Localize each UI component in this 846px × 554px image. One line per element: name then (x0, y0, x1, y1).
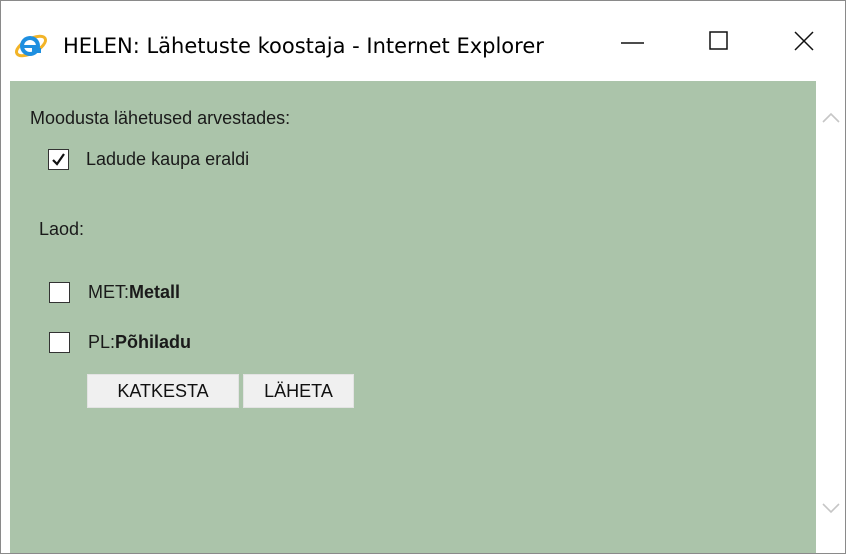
split-by-warehouse-option[interactable]: Ladude kaupa eraldi (48, 149, 249, 170)
warehouse-checkbox-metall[interactable] (49, 282, 70, 303)
warehouse-label: PL:Põhiladu (88, 332, 191, 353)
options-heading: Moodusta lähetused arvestades: (30, 108, 291, 128)
warehouses-heading: Laod: (39, 219, 85, 239)
minimize-button[interactable] (591, 15, 681, 71)
scroll-up-button[interactable] (816, 103, 845, 133)
warehouse-option-metall[interactable]: MET:Metall (49, 282, 180, 303)
warehouse-label: MET:Metall (88, 282, 180, 303)
warehouse-code: MET: (88, 282, 130, 302)
warehouse-name: Põhiladu (115, 332, 192, 352)
checkmark-icon (52, 153, 65, 166)
window-title: HELEN: Lähetuste koostaja - Internet Exp… (63, 34, 544, 58)
close-button[interactable] (761, 15, 845, 71)
split-by-warehouse-label: Ladude kaupa eraldi (86, 149, 250, 169)
close-icon (794, 31, 814, 51)
vertical-scrollbar[interactable] (816, 81, 845, 553)
warehouse-name: Metall (129, 282, 181, 302)
split-by-warehouse-checkbox[interactable] (48, 149, 69, 170)
title-bar[interactable]: HELEN: Lähetuste koostaja - Internet Exp… (1, 1, 845, 81)
internet-explorer-icon (13, 31, 53, 59)
cancel-button[interactable]: KATKESTA (87, 374, 239, 408)
warehouse-option-pohiladu[interactable]: PL:Põhiladu (49, 332, 191, 353)
warehouse-checkbox-pohiladu[interactable] (49, 332, 70, 353)
chevron-up-icon (822, 112, 840, 123)
scroll-down-button[interactable] (816, 493, 845, 523)
chevron-down-icon (822, 503, 840, 514)
minimize-icon (621, 42, 644, 44)
send-button[interactable]: LÄHETA (243, 374, 354, 408)
maximize-icon (709, 31, 728, 50)
browser-window: HELEN: Lähetuste koostaja - Internet Exp… (0, 0, 846, 554)
warehouse-code: PL: (88, 332, 116, 352)
dialog-content: Moodusta lähetused arvestades: Ladude ka… (10, 81, 816, 553)
maximize-button[interactable] (676, 15, 766, 71)
